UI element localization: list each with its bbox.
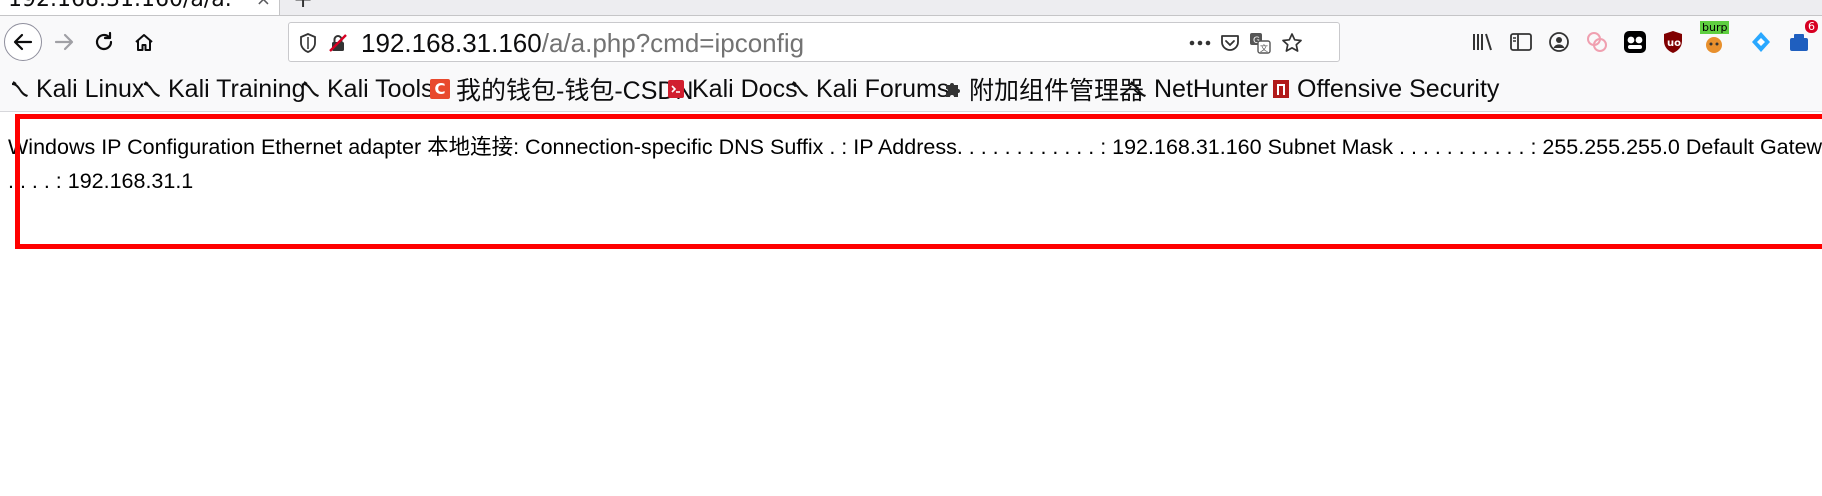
- kali-dragon-icon: [10, 79, 30, 99]
- nav-toolbar: 192.168.31.160/a/a.php?cmd=ipconfig G文 u…: [0, 16, 1822, 68]
- translate-icon[interactable]: G文: [1249, 32, 1271, 54]
- bookmark-label: Kali Training: [168, 74, 306, 103]
- url-text[interactable]: 192.168.31.160/a/a.php?cmd=ipconfig: [361, 28, 804, 58]
- kali-dragon-icon: [301, 79, 321, 99]
- forward-button[interactable]: [46, 24, 82, 60]
- bookmark-kali-tools[interactable]: Kali Tools: [301, 74, 434, 104]
- notify-badge: 6: [1805, 20, 1818, 33]
- library-icon[interactable]: [1470, 29, 1496, 55]
- bookmark-label: 附加组件管理器: [969, 77, 1145, 105]
- bookmark-nethunter[interactable]: NetHunter: [1128, 74, 1268, 104]
- reload-button[interactable]: [86, 24, 122, 60]
- home-icon: [135, 34, 153, 51]
- bookmark-star-icon[interactable]: [1281, 32, 1303, 54]
- bookmark-offensive-security[interactable]: Offensive Security: [1271, 74, 1499, 104]
- tab-close-icon[interactable]: ×: [256, 0, 271, 14]
- bookmark-label: 我的钱包-钱包-CSDN: [456, 77, 694, 105]
- tab-title: 192.168.31.160/a/a.: [8, 0, 240, 14]
- highlight-box: [15, 114, 1822, 249]
- bookmark-label: Kali Docs: [692, 74, 798, 103]
- kali-dragon-icon: [1128, 79, 1148, 99]
- new-tab-button[interactable]: +: [288, 0, 318, 16]
- bookmark-label: Kali Tools: [327, 74, 434, 103]
- page-content: Windows IP Configuration Ethernet adapte…: [0, 112, 1822, 496]
- bookmarks-toolbar: Kali Linux Kali Training Kali Tools C 我的…: [0, 68, 1822, 112]
- extension-notify-icon[interactable]: 6: [1786, 20, 1818, 55]
- bookmark-csdn-wallet[interactable]: C 我的钱包-钱包-CSDN: [430, 74, 694, 105]
- url-bar[interactable]: 192.168.31.160/a/a.php?cmd=ipconfig G文: [288, 22, 1340, 62]
- url-host: 192.168.31.160: [361, 28, 542, 58]
- tracking-shield-icon[interactable]: [297, 32, 319, 54]
- kali-docs-icon: [666, 79, 686, 99]
- foxyproxy-burp-icon[interactable]: burp: [1698, 21, 1730, 55]
- bookmark-label: Kali Forums: [816, 74, 950, 103]
- bookmark-label: Kali Linux: [36, 74, 145, 103]
- ublock-origin-icon[interactable]: uo: [1660, 29, 1686, 55]
- multi-account-containers-icon[interactable]: [1584, 29, 1610, 55]
- wappalyzer-icon[interactable]: [1748, 29, 1774, 55]
- back-button[interactable]: [4, 23, 42, 61]
- reload-icon: [95, 31, 113, 51]
- bookmark-label: Offensive Security: [1297, 74, 1500, 103]
- kali-dragon-icon: [790, 79, 810, 99]
- page-actions-menu-icon[interactable]: [1189, 32, 1211, 54]
- svg-text:文: 文: [1260, 43, 1268, 53]
- account-icon[interactable]: [1546, 29, 1572, 55]
- bookmark-kali-training[interactable]: Kali Training: [142, 74, 306, 104]
- tampermonkey-icon[interactable]: [1622, 29, 1648, 55]
- url-path: /a/a.php?cmd=ipconfig: [541, 28, 805, 58]
- bookmark-kali-linux[interactable]: Kali Linux: [10, 74, 144, 104]
- csdn-icon: C: [430, 79, 450, 99]
- forward-arrow-icon: [54, 33, 74, 51]
- svg-text:uo: uo: [1667, 38, 1681, 49]
- bookmark-kali-docs[interactable]: Kali Docs: [666, 74, 798, 104]
- tab-active[interactable]: 192.168.31.160/a/a. ×: [0, 0, 280, 16]
- kali-dragon-icon: [142, 79, 162, 99]
- bookmark-label: NetHunter: [1154, 74, 1268, 103]
- bookmark-addons-manager[interactable]: 附加组件管理器: [943, 74, 1145, 105]
- home-button[interactable]: [126, 24, 162, 60]
- puzzle-icon: [943, 79, 963, 99]
- insecure-lock-icon[interactable]: [327, 32, 349, 54]
- pocket-icon[interactable]: [1219, 32, 1241, 54]
- tab-strip: 192.168.31.160/a/a. × +: [0, 0, 1822, 16]
- back-arrow-icon: [13, 33, 33, 51]
- sidebar-icon[interactable]: [1508, 29, 1534, 55]
- burp-badge: burp: [1700, 21, 1730, 34]
- offsec-icon: [1271, 79, 1291, 99]
- bookmark-kali-forums[interactable]: Kali Forums: [790, 74, 949, 104]
